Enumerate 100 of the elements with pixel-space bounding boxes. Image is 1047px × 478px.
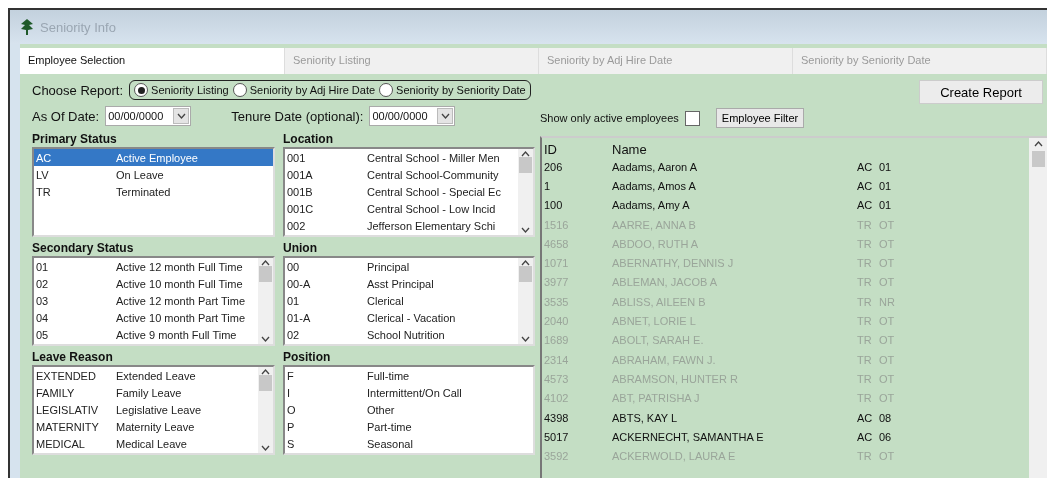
- scrollbar[interactable]: [518, 258, 533, 344]
- list-item[interactable]: 001C Central School - Low Incid: [285, 200, 518, 217]
- status-code: TR: [857, 257, 873, 270]
- status-code: AC: [857, 199, 874, 212]
- status-code: AC: [857, 160, 874, 173]
- employee-id[interactable]: 1: [542, 179, 612, 192]
- scroll-thumb[interactable]: [519, 266, 532, 282]
- list-item[interactable]: MEDICAL Medical Leave: [34, 435, 258, 452]
- list-item[interactable]: 02 Active 10 month Full Time: [34, 275, 258, 292]
- scrollbar[interactable]: [518, 149, 533, 235]
- scroll-down-icon[interactable]: [261, 445, 270, 451]
- secondary-code: 01: [879, 199, 892, 212]
- list-item[interactable]: LEGISLATIV Legislative Leave: [34, 401, 258, 418]
- list-item[interactable]: 001 Central School - Miller Men: [285, 149, 518, 166]
- list-item[interactable]: FAMILY Family Leave: [34, 384, 258, 401]
- list-item[interactable]: LV On Leave: [34, 166, 273, 183]
- list-item[interactable]: 04 Active 10 month Part Time: [34, 309, 258, 326]
- radio-label[interactable]: Seniority Listing: [151, 84, 229, 96]
- status-code: TR: [857, 450, 873, 463]
- secondary-code: OT: [879, 315, 895, 327]
- employee-name[interactable]: Aadams, Amos A: [612, 179, 857, 192]
- list-item[interactable]: 00 Principal: [285, 258, 518, 275]
- employee-name[interactable]: Aadams, Amy A: [612, 199, 857, 212]
- list-item[interactable]: 02 School Nutrition: [285, 326, 518, 343]
- list-item[interactable]: P Part-time: [285, 418, 533, 435]
- radio-button[interactable]: [134, 83, 149, 97]
- secondary-code: OT: [879, 334, 895, 347]
- list-title: Position: [283, 350, 332, 365]
- radio-label[interactable]: Seniority by Seniority Date: [396, 84, 526, 96]
- scroll-up-icon[interactable]: [521, 260, 530, 266]
- radio-label[interactable]: Seniority by Adj Hire Date: [249, 84, 376, 96]
- list-title: Primary Status: [32, 132, 118, 147]
- scroll-thumb[interactable]: [259, 266, 272, 282]
- create-report-button[interactable]: Create Report: [919, 80, 1043, 104]
- scrollbar[interactable]: [258, 367, 273, 453]
- tree-icon: [20, 19, 34, 35]
- status-code: TR: [857, 392, 873, 405]
- scroll-up-icon[interactable]: [1033, 141, 1043, 147]
- scroll-down-icon[interactable]: [440, 113, 450, 119]
- list-title: Location: [283, 132, 334, 147]
- scroll-down-icon[interactable]: [521, 336, 530, 342]
- scroll-down-icon[interactable]: [176, 113, 186, 119]
- list-item[interactable]: 01-A Clerical - Vacation: [285, 309, 518, 326]
- scroll-down-icon[interactable]: [261, 336, 270, 342]
- employee-name[interactable]: ABTS, KAY L: [612, 411, 857, 424]
- scroll-up-icon[interactable]: [521, 151, 530, 157]
- employee-name[interactable]: ACKERNECHT, SAMANTHA E: [612, 430, 857, 443]
- list-item[interactable]: MATERNITY Maternity Leave: [34, 418, 258, 435]
- scrollbar[interactable]: [258, 258, 273, 344]
- scroll-up-icon[interactable]: [261, 260, 270, 266]
- scroll-thumb[interactable]: [519, 157, 532, 173]
- secondary-code: OT: [879, 237, 895, 250]
- list-item[interactable]: 001A Central School-Community: [285, 166, 518, 183]
- secondary-code: OT: [879, 450, 895, 463]
- scroll-thumb[interactable]: [259, 375, 272, 391]
- radio-button[interactable]: [232, 83, 247, 97]
- employee-id[interactable]: 5017: [542, 430, 612, 443]
- status-code: TR: [857, 372, 873, 385]
- list-item[interactable]: F Full-time: [285, 367, 533, 384]
- date-field[interactable]: 00/00/0000: [105, 106, 192, 126]
- employee-name[interactable]: Aadams, Aaron A: [612, 160, 857, 173]
- list-item[interactable]: 002 Jefferson Elementary Schi: [285, 217, 518, 234]
- list-item[interactable]: S Seasonal: [285, 435, 533, 452]
- list-item[interactable]: AC Active Employee: [34, 149, 273, 166]
- secondary-code: 01: [879, 160, 892, 173]
- secondary-code: OT: [879, 372, 895, 385]
- list-item[interactable]: 01 Active 12 month Full Time: [34, 258, 258, 275]
- list-item[interactable]: TR Terminated: [34, 183, 273, 200]
- employee-id[interactable]: 100: [542, 199, 612, 212]
- list-item[interactable]: 001B Central School - Special Ec: [285, 183, 518, 200]
- secondary-code: OT: [879, 276, 895, 289]
- checkbox[interactable]: [684, 110, 700, 126]
- date-field[interactable]: 00/00/0000: [369, 106, 456, 126]
- list-title: Union: [283, 241, 318, 256]
- status-code: AC: [857, 430, 874, 443]
- scroll-thumb[interactable]: [1031, 151, 1045, 167]
- status-code: TR: [857, 353, 873, 366]
- scroll-down-icon[interactable]: [521, 227, 530, 233]
- list-item[interactable]: EXTENDED Extended Leave: [34, 367, 258, 384]
- scroll-up-icon[interactable]: [261, 369, 270, 375]
- employee-filter-button[interactable]: Employee Filter: [715, 108, 805, 128]
- secondary-code: 08: [879, 411, 892, 424]
- secondary-code: OT: [879, 392, 895, 405]
- employee-id[interactable]: 206: [542, 160, 612, 173]
- scrollbar[interactable]: [1029, 138, 1047, 478]
- date-label: Tenure Date (optional):: [231, 108, 364, 124]
- choose-report-label: Choose Report:: [32, 82, 124, 98]
- radio-button[interactable]: [379, 83, 394, 97]
- column-header: ID: [543, 142, 558, 157]
- list-item[interactable]: 00-A Asst Principal: [285, 275, 518, 292]
- list-item[interactable]: 01 Clerical: [285, 292, 518, 309]
- list-title: Secondary Status: [32, 241, 135, 256]
- list-item[interactable]: I Intermittent/On Call: [285, 384, 533, 401]
- list-item[interactable]: O Other: [285, 401, 533, 418]
- list-item[interactable]: 05 Active 9 month Full Time: [34, 326, 258, 343]
- employee-id[interactable]: 4398: [542, 411, 612, 424]
- status-code: TR: [857, 218, 873, 231]
- tab[interactable]: Employee Selection: [20, 48, 285, 74]
- status-code: TR: [857, 334, 873, 347]
- list-item[interactable]: 03 Active 12 month Part Time: [34, 292, 258, 309]
